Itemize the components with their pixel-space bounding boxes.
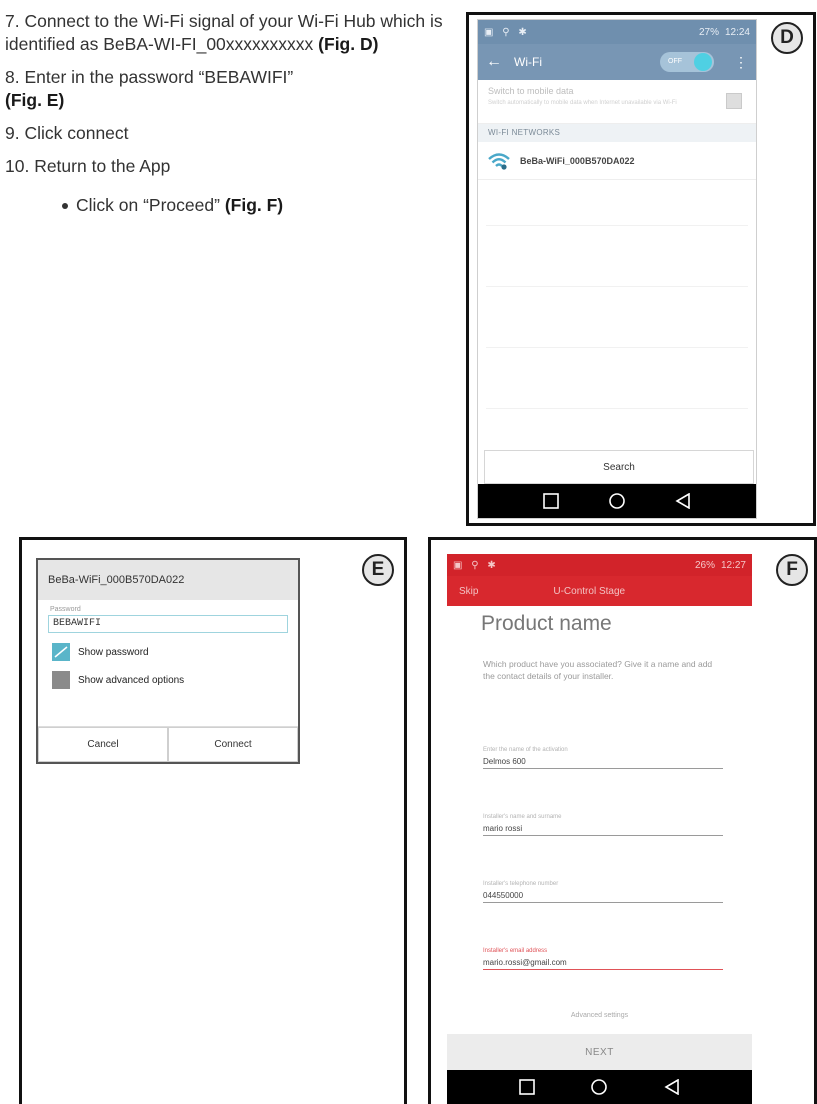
activation-name-field[interactable]: Enter the name of the activation Delmos … (483, 747, 723, 769)
next-button[interactable]: NEXT (447, 1034, 752, 1070)
show-password-label: Show password (78, 646, 149, 658)
app-title-bar: Skip U-Control Stage (447, 576, 752, 606)
installer-email-field[interactable]: Installer's email address mario.rossi@gm… (483, 948, 723, 970)
wifi-networks-header: WI-FI NETWORKS (478, 124, 756, 142)
cancel-button[interactable]: Cancel (38, 727, 168, 762)
step-9: 9. Click connect (5, 123, 129, 143)
mobile-data-checkbox[interactable] (726, 93, 742, 109)
status-time: 12:24 (724, 26, 750, 38)
product-name-screen: ▣ ⚲ ✱ 26% 12:27 Skip U-Control Stage Pro… (447, 554, 752, 1104)
field-value[interactable]: mario.rossi@gmail.com (483, 958, 723, 970)
figure-d: D ▣ ⚲ ✱ 27% 12:24 ← Wi-Fi OFF ⋮ Switch t… (466, 12, 816, 526)
show-advanced-label: Show advanced options (78, 674, 185, 686)
page-description: Which product have you associated? Give … (483, 659, 713, 681)
show-advanced-option[interactable]: Show advanced options (52, 671, 284, 689)
skip-button[interactable]: Skip (459, 586, 478, 597)
wifi-toggle[interactable]: OFF (660, 52, 714, 72)
wifi-signal-icon (488, 152, 510, 170)
dialog-buttons: Cancel Connect (38, 726, 298, 762)
back-icon[interactable] (675, 493, 691, 509)
show-password-option[interactable]: Show password (52, 643, 284, 661)
search-button[interactable]: Search (484, 450, 754, 484)
field-label: Enter the name of the activation (483, 747, 568, 753)
field-label: Installer's telephone number (483, 881, 559, 887)
mobile-data-description: Switch automatically to mobile data when… (488, 100, 677, 106)
wifi-title-bar: ← Wi-Fi OFF ⋮ (478, 44, 756, 80)
field-label: Installer's name and surname (483, 814, 562, 820)
installer-phone-field[interactable]: Installer's telephone number 044550000 (483, 881, 723, 903)
page-title: Product name (481, 612, 612, 635)
show-advanced-checkbox[interactable] (52, 671, 70, 689)
recents-icon[interactable] (519, 1079, 535, 1095)
figure-e: E BeBa-WiFi_000B570DA022 Password BEBAWI… (19, 537, 407, 1104)
step-10: 10. Return to the App (5, 156, 171, 176)
field-value[interactable]: mario rossi (483, 824, 723, 836)
bullet-fig-ref: (Fig. F) (224, 195, 284, 215)
step-8-text: 8. Enter in the password “BEBAWIFI” (5, 67, 294, 87)
android-nav-bar (447, 1070, 752, 1104)
step-7-fig-ref: (Fig. D) (318, 34, 379, 54)
home-icon[interactable] (590, 1078, 608, 1096)
status-battery: 27% (698, 26, 719, 38)
status-icons: ▣ ⚲ ✱ (453, 559, 499, 571)
back-icon[interactable] (664, 1079, 680, 1095)
home-icon[interactable] (608, 492, 626, 510)
android-nav-bar (478, 484, 756, 518)
password-label: Password (50, 606, 81, 613)
app-title: U-Control Stage (553, 585, 626, 597)
status-icons: ▣ ⚲ ✱ (484, 26, 530, 38)
toggle-off-label: OFF (668, 58, 682, 65)
status-battery: 26% (694, 559, 715, 571)
wifi-password-dialog: BeBa-WiFi_000B570DA022 Password BEBAWIFI… (36, 558, 300, 764)
connect-button[interactable]: Connect (168, 727, 298, 762)
wifi-title: Wi-Fi (514, 55, 542, 69)
mobile-data-setting[interactable]: Switch to mobile data Switch automatical… (478, 80, 756, 124)
dialog-title: BeBa-WiFi_000B570DA022 (38, 560, 298, 600)
status-bar: ▣ ⚲ ✱ 26% 12:27 (447, 554, 752, 576)
figure-badge-f: F (776, 554, 808, 586)
toggle-knob (694, 53, 712, 71)
empty-list-rows (478, 225, 756, 409)
network-name: BeBa-WiFi_000B570DA022 (520, 155, 635, 166)
status-bar: ▣ ⚲ ✱ 27% 12:24 (478, 20, 756, 44)
status-time: 12:27 (720, 559, 746, 571)
recents-icon[interactable] (542, 493, 559, 509)
more-options-icon[interactable]: ⋮ (734, 54, 748, 71)
instructions: 7. Connect to the Wi-Fi signal of your W… (5, 10, 450, 227)
back-arrow-icon[interactable]: ← (486, 53, 502, 71)
advanced-settings-link[interactable]: Advanced settings (447, 1012, 752, 1019)
installer-name-field[interactable]: Installer's name and surname mario rossi (483, 814, 723, 836)
field-value[interactable]: Delmos 600 (483, 757, 723, 769)
wifi-settings-screen: ▣ ⚲ ✱ 27% 12:24 ← Wi-Fi OFF ⋮ Switch to … (477, 19, 757, 519)
password-input[interactable]: BEBAWIFI (48, 615, 288, 633)
mobile-data-label: Switch to mobile data (488, 86, 574, 96)
step-10-bullet: Click on “Proceed” (Fig. F) (60, 194, 450, 217)
step-8: 8. Enter in the password “BEBAWIFI” (Fig… (5, 66, 450, 112)
show-password-checkbox[interactable] (52, 643, 70, 661)
bullet-text: Click on “Proceed” (76, 195, 220, 215)
field-label: Installer's email address (483, 948, 548, 954)
network-item[interactable]: BeBa-WiFi_000B570DA022 (478, 142, 756, 180)
figure-f: F ▣ ⚲ ✱ 26% 12:27 Skip U-Control Stage P… (428, 537, 817, 1104)
step-7: 7. Connect to the Wi-Fi signal of your W… (5, 10, 450, 56)
figure-badge-d: D (771, 22, 803, 54)
field-value[interactable]: 044550000 (483, 891, 723, 903)
step-8-fig-ref: (Fig. E) (5, 90, 65, 110)
figure-badge-e: E (362, 554, 394, 586)
